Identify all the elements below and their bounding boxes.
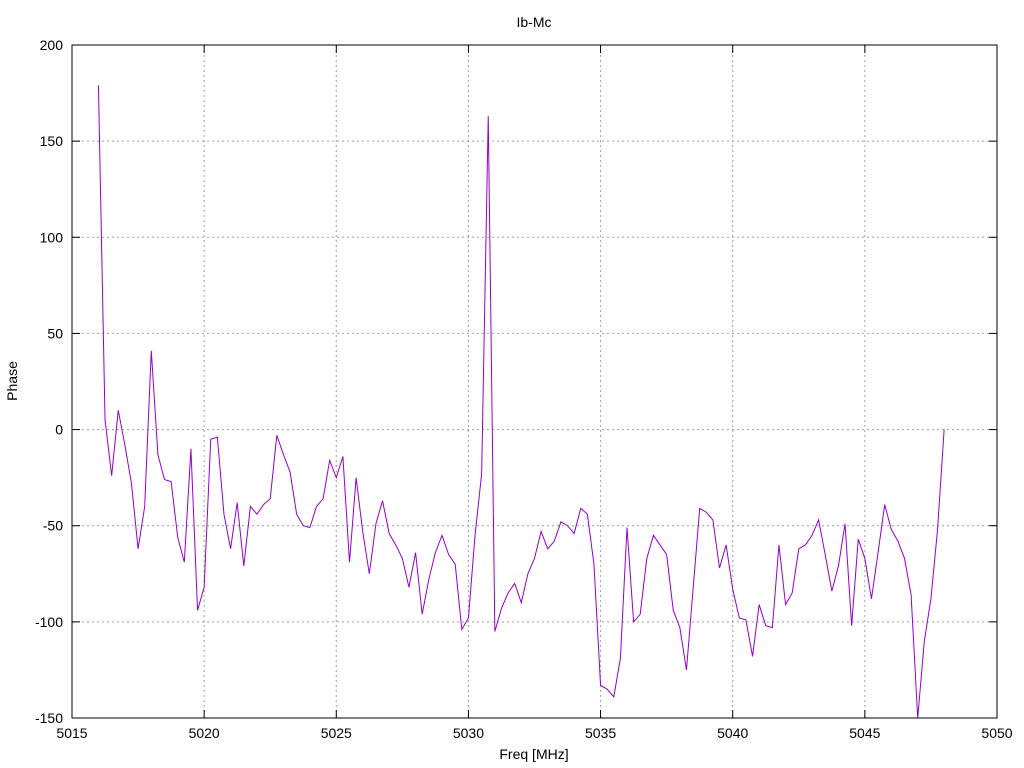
y-axis-label: Phase: [4, 361, 20, 401]
y-tick-label: 100: [40, 229, 64, 245]
x-tick-label: 5035: [585, 725, 616, 741]
axis-ticks: [71, 44, 998, 719]
x-tick-label: 5025: [321, 725, 352, 741]
y-tick-label: -100: [35, 614, 63, 630]
x-tick-label: 5040: [717, 725, 748, 741]
y-tick-label: -50: [43, 518, 63, 534]
y-tick-label: 150: [40, 133, 64, 149]
y-tick-labels: -150 -100 -50 0 50 100 150 200: [35, 37, 63, 726]
x-tick-label: 5020: [189, 725, 220, 741]
series-line: [97, 85, 945, 719]
chart-title: Ib-Mc: [517, 14, 552, 30]
plot-border: [71, 44, 998, 719]
phase-chart: 5015 5020 5025 5030 5035 5040 5045 5050 -150 -10…: [4, 14, 1013, 762]
x-tick-label: 5050: [981, 725, 1012, 741]
grid-lines: [72, 45, 997, 718]
y-tick-label: -150: [35, 710, 63, 726]
x-tick-labels: 5015 5020 5025 5030 5035 5040 5045 5050: [56, 725, 1012, 741]
y-tick-label: 200: [40, 37, 64, 53]
y-tick-label: 0: [55, 422, 63, 438]
x-tick-label: 5030: [453, 725, 484, 741]
x-tick-label: 5015: [56, 725, 87, 741]
x-axis-label: Freq [MHz]: [499, 746, 568, 762]
y-tick-label: 50: [47, 325, 63, 341]
x-tick-label: 5045: [849, 725, 880, 741]
